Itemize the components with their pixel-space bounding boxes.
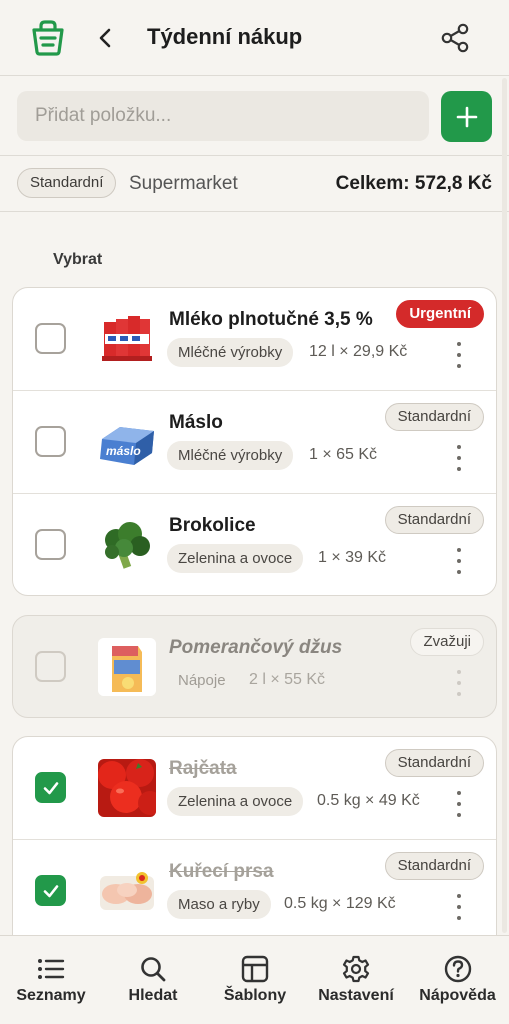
page-title: Týdenní nákup	[147, 24, 303, 49]
item-quantity: 12 l × 29,9 Kč	[309, 343, 408, 360]
nav-item-settings[interactable]: Nastavení	[306, 936, 406, 1024]
item-quantity: 0.5 kg × 49 Kč	[317, 792, 420, 809]
item-checkbox[interactable]	[35, 651, 66, 682]
more-options-icon[interactable]	[454, 445, 464, 471]
product-image-milk	[98, 310, 156, 368]
product-image-chicken	[98, 862, 156, 920]
item-checkbox[interactable]	[35, 323, 66, 354]
item-priority-badge[interactable]: Standardní	[384, 749, 484, 777]
list-item[interactable]: máslo Máslo Mléčné výrobky 1 × 65 Kč Sta…	[13, 391, 496, 494]
nav-label: Šablony	[223, 987, 287, 1004]
search-icon	[141, 957, 166, 982]
more-options-icon[interactable]	[454, 342, 464, 368]
list-item[interactable]: Mléko plnotučné 3,5 % Mléčné výrobky 12 …	[13, 288, 496, 391]
nav-item-lists[interactable]: Seznamy	[0, 936, 102, 1024]
add-item-input[interactable]	[17, 91, 429, 141]
item-priority-badge[interactable]: Urgentní	[396, 300, 484, 328]
item-name: Brokolice	[169, 515, 256, 536]
list-icon	[38, 959, 65, 979]
svg-text:máslo: máslo	[106, 444, 141, 458]
more-options-icon[interactable]	[454, 791, 464, 817]
chevron-left-icon[interactable]	[94, 24, 118, 52]
item-priority-badge[interactable]: Standardní	[384, 403, 484, 431]
list-item[interactable]: Rajčata Zelenina a ovoce 0.5 kg × 49 Kč …	[13, 737, 496, 840]
shopping-basket-icon[interactable]	[28, 18, 68, 58]
item-quantity: 1 × 65 Kč	[309, 446, 378, 463]
template-icon	[241, 955, 269, 983]
more-options-icon[interactable]	[454, 548, 464, 574]
add-item-bar	[0, 77, 509, 156]
item-category-chip[interactable]: Mléčné výrobky	[167, 338, 294, 367]
more-options-icon[interactable]	[454, 670, 464, 696]
item-name: Kuřecí prsa	[169, 861, 274, 882]
item-priority-badge[interactable]: Standardní	[384, 852, 484, 880]
item-name: Rajčata	[169, 758, 237, 779]
bottom-navigation: Seznamy Hledat Šablony Nastavení Nápověd…	[0, 935, 509, 1024]
nav-item-search[interactable]: Hledat	[102, 936, 204, 1024]
item-priority-badge[interactable]: Zvažuji	[410, 628, 484, 656]
top-app-bar: Týdenní nákup	[0, 0, 509, 76]
select-label[interactable]: Vybrat	[53, 251, 102, 269]
gear-icon	[342, 955, 370, 983]
more-options-icon[interactable]	[454, 894, 464, 920]
scrollbar[interactable]	[502, 78, 507, 933]
list-priority-chip[interactable]: Standardní	[17, 168, 117, 198]
nav-label: Nápověda	[419, 987, 496, 1004]
item-quantity: 2 l × 55 Kč	[249, 671, 326, 688]
item-group-card-considering: Pomerančový džus Nápoje 2 l × 55 Kč Zvaž…	[12, 615, 497, 718]
item-priority-badge[interactable]: Standardní	[384, 506, 484, 534]
item-quantity: 1 × 39 Kč	[318, 549, 387, 566]
share-icon[interactable]	[440, 22, 470, 54]
nav-item-templates[interactable]: Šablony	[204, 936, 306, 1024]
item-checkbox[interactable]	[35, 529, 66, 560]
total-price: Celkem: 572,8 Kč	[335, 173, 492, 194]
nav-label: Seznamy	[16, 987, 86, 1004]
item-category-chip[interactable]: Mléčné výrobky	[167, 441, 294, 470]
add-item-button[interactable]	[441, 91, 492, 142]
product-image-juice	[98, 638, 156, 696]
product-image-butter: máslo	[98, 413, 156, 471]
item-name: Pomerančový džus	[169, 637, 343, 658]
check-icon	[43, 781, 58, 794]
item-quantity: 0.5 kg × 129 Kč	[284, 895, 396, 912]
item-category-chip[interactable]: Zelenina a ovoce	[167, 787, 304, 816]
list-summary-bar: Standardní Supermarket Celkem: 572,8 Kč	[0, 157, 509, 212]
product-image-tomatoes	[98, 759, 156, 817]
item-name: Mléko plnotučné 3,5 %	[169, 309, 373, 330]
nav-item-help[interactable]: Nápověda	[406, 936, 509, 1024]
item-checkbox-checked[interactable]	[35, 875, 66, 906]
list-item[interactable]: Brokolice Zelenina a ovoce 1 × 39 Kč Sta…	[13, 494, 496, 595]
help-icon	[444, 955, 471, 983]
item-checkbox[interactable]	[35, 426, 66, 457]
item-category-chip[interactable]: Zelenina a ovoce	[167, 544, 304, 573]
item-checkbox-checked[interactable]	[35, 772, 66, 803]
item-category-chip[interactable]: Maso a ryby	[167, 890, 271, 919]
item-category-chip[interactable]: Nápoje	[167, 666, 237, 695]
plus-icon	[456, 106, 477, 127]
list-item[interactable]: Kuřecí prsa Maso a ryby 0.5 kg × 129 Kč …	[13, 840, 496, 943]
item-group-card: Mléko plnotučné 3,5 % Mléčné výrobky 12 …	[12, 287, 497, 596]
check-icon	[43, 884, 58, 897]
nav-label: Nastavení	[318, 987, 394, 1004]
item-name: Máslo	[169, 412, 223, 433]
nav-label: Hledat	[128, 987, 178, 1004]
list-item[interactable]: Pomerančový džus Nápoje 2 l × 55 Kč Zvaž…	[13, 616, 496, 717]
store-name[interactable]: Supermarket	[129, 173, 238, 195]
product-image-broccoli	[98, 516, 156, 574]
